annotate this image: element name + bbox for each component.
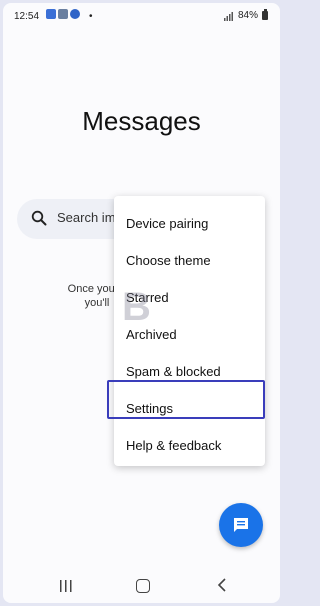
status-notification-icons xyxy=(46,9,80,19)
settings-highlight-box xyxy=(107,380,265,419)
calendar-icon xyxy=(70,9,80,19)
search-icon xyxy=(31,210,47,226)
overflow-menu: Device pairing Choose theme Starred Arch… xyxy=(114,196,265,466)
start-chat-button[interactable] xyxy=(219,503,263,547)
back-icon[interactable] xyxy=(217,578,227,592)
status-time: 12:54 xyxy=(14,11,40,22)
battery-percent: 84% xyxy=(237,10,258,21)
compose-message-icon xyxy=(234,518,248,532)
notification-icon xyxy=(58,9,68,19)
search-placeholder: Search ima xyxy=(57,210,123,225)
menu-item-choose-theme[interactable]: Choose theme xyxy=(114,242,265,278)
notification-icon xyxy=(46,9,56,19)
watermark-logo: B xyxy=(122,285,151,329)
battery-icon xyxy=(262,9,268,20)
page-title: Messages xyxy=(82,106,201,136)
status-right: 84% xyxy=(223,9,268,21)
recent-apps-icon[interactable] xyxy=(58,579,74,593)
phone-screen: 12:54 • 84% Messages Search ima Once you… xyxy=(3,3,280,603)
signal-icon xyxy=(223,11,233,21)
menu-item-device-pairing[interactable]: Device pairing xyxy=(114,205,265,241)
navigation-bar xyxy=(3,571,280,603)
status-bar: 12:54 • 84% xyxy=(3,3,280,31)
home-icon[interactable] xyxy=(136,579,150,593)
status-dot: • xyxy=(89,11,93,22)
menu-item-help-feedback[interactable]: Help & feedback xyxy=(114,427,265,463)
